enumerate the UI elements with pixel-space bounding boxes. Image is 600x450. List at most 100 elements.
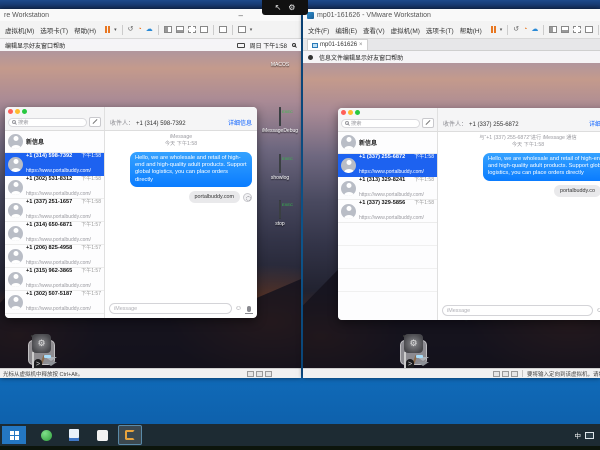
- macos-menu-item[interactable]: 帮助: [53, 44, 65, 50]
- hdd-device-icon[interactable]: [247, 371, 254, 377]
- conversation-row[interactable]: +1 (315) 962-3865下午1:57 https://www.port…: [5, 268, 104, 291]
- chat-transcript[interactable]: iMessage 今天 下午1:58 Hello, we are wholesa…: [105, 131, 257, 300]
- zoom-window-button[interactable]: [355, 110, 360, 115]
- unity-mode-icon[interactable]: [585, 26, 593, 33]
- conversation-row[interactable]: +1 (337) 251-1657下午1:58 https://www.port…: [5, 199, 104, 222]
- menu-item[interactable]: 虚拟机(M): [2, 28, 37, 35]
- conversation-row[interactable]: +1 (313) 329-8241下午1:58 https://www.port…: [338, 177, 437, 200]
- desktop-icon[interactable]: MACOS: [260, 60, 300, 68]
- right-vm-display[interactable]: 信息文件编辑显示好友窗口帮助 搜索: [303, 51, 600, 368]
- show-desktop-monitor-icon[interactable]: [585, 432, 594, 439]
- vm-tab-close-icon[interactable]: ×: [359, 42, 363, 48]
- compose-button[interactable]: [89, 117, 101, 127]
- menu-item[interactable]: 帮助(H): [457, 28, 485, 35]
- compose-button[interactable]: [422, 118, 434, 128]
- conversation-search-input[interactable]: 搜索: [341, 119, 420, 128]
- desktop-icon[interactable]: EXEC iMessageDebug: [260, 108, 300, 134]
- apple-menu-icon[interactable]: [308, 55, 313, 60]
- dock-icon[interactable]: >: [406, 359, 414, 368]
- conversation-row[interactable]: +1 (337) 255-6872下午1:58 https://www.port…: [338, 154, 437, 177]
- conversation-row[interactable]: +1 (302) 531-8312下午1:58 https://www.port…: [5, 176, 104, 199]
- network-device-icon[interactable]: [265, 371, 272, 377]
- snapshot-icon[interactable]: ↺: [513, 26, 519, 33]
- revert-snapshot-icon[interactable]: ◔: [523, 26, 527, 33]
- revert-snapshot-icon[interactable]: ◔: [137, 26, 141, 33]
- language-indicator[interactable]: 中: [575, 430, 582, 440]
- macos-menu-item[interactable]: 显示: [355, 56, 367, 62]
- show-thumbnail-bar-icon[interactable]: [561, 26, 569, 33]
- sent-message-bubble[interactable]: Hello, we are wholesale and retail of hi…: [130, 152, 252, 188]
- desktop-icon-tile[interactable]: EXEC: [279, 200, 281, 219]
- fullscreen-icon[interactable]: [188, 26, 196, 33]
- pause-dropdown-icon[interactable]: ▾: [500, 27, 503, 33]
- vm-tab[interactable]: mp01-161626 ×: [307, 39, 368, 50]
- link-preview-bubble[interactable]: portalbuddy.co: [554, 185, 600, 197]
- minimize-window-button[interactable]: [348, 110, 353, 115]
- to-number[interactable]: +1 (314) 598-7392: [136, 121, 186, 127]
- conversation-row[interactable]: +1 (314) 598-7392下午1:58 https://www.port…: [5, 153, 104, 176]
- macos-menu-item[interactable]: 窗口: [379, 56, 391, 62]
- close-window-button[interactable]: [8, 109, 13, 114]
- zoom-window-button[interactable]: [22, 109, 27, 114]
- taskbar-app-button[interactable]: [63, 426, 85, 444]
- free-stretch-icon[interactable]: [238, 26, 246, 33]
- link-preview-bubble[interactable]: portalbuddy.com: [189, 191, 240, 203]
- dock-icon[interactable]: ⚙: [404, 334, 423, 353]
- message-input[interactable]: [442, 305, 593, 316]
- show-library-icon[interactable]: [164, 26, 172, 33]
- minimize-button[interactable]: –: [236, 11, 246, 20]
- conversation-row[interactable]: +1 (206) 825-4958下午1:57 https://www.port…: [5, 245, 104, 268]
- network-device-icon[interactable]: [511, 371, 518, 377]
- dock-icon[interactable]: ⚙: [32, 334, 51, 353]
- cdrom-device-icon[interactable]: [256, 371, 263, 377]
- emoji-picker-icon[interactable]: ☺: [596, 307, 600, 314]
- message-input[interactable]: [109, 303, 232, 314]
- to-number[interactable]: +1 (337) 255-6872: [469, 122, 519, 128]
- menu-item[interactable]: 编辑(E): [332, 28, 360, 35]
- macos-menu-item[interactable]: 好友: [29, 44, 41, 50]
- left-titlebar[interactable]: re Workstation –: [0, 9, 301, 21]
- sent-message-bubble[interactable]: Hello, we are wholesale and retail of hi…: [483, 153, 600, 181]
- desktop-icon[interactable]: EXEC showlog: [260, 155, 300, 181]
- menu-item[interactable]: 虚拟机(M): [388, 28, 423, 35]
- right-titlebar[interactable]: mp01-161626 - VMware Workstation: [303, 9, 600, 21]
- pause-dropdown-icon[interactable]: ▾: [114, 27, 117, 33]
- spotlight-search-icon[interactable]: [292, 43, 296, 47]
- desktop-icon[interactable]: EXEC stop: [260, 201, 300, 227]
- macos-menu-item[interactable]: 帮助: [391, 56, 403, 62]
- remote-control-overlay[interactable]: ↖ ⚙: [262, 0, 308, 15]
- macos-menu-item[interactable]: 编辑: [343, 56, 355, 62]
- stretch-dropdown-icon[interactable]: ▾: [250, 27, 253, 33]
- left-vm-display[interactable]: 编辑显示好友窗口帮助 周日 下午1:58 MACOS EXEC iMessage…: [0, 39, 301, 368]
- chat-transcript[interactable]: 与“+1 (337) 255-6872”进行 iMessage 通信 今天 下午…: [438, 132, 600, 302]
- cloud-icon[interactable]: ☁: [531, 26, 538, 33]
- cdrom-device-icon[interactable]: [502, 371, 509, 377]
- macos-menu-item[interactable]: 信息: [319, 56, 331, 62]
- unity-mode-icon[interactable]: [200, 26, 208, 33]
- display-status-icon[interactable]: [237, 43, 245, 48]
- macos-menu-item[interactable]: 窗口: [41, 44, 53, 50]
- microphone-icon[interactable]: [247, 306, 251, 312]
- menu-item[interactable]: 文件(F): [305, 28, 332, 35]
- desktop-icon-tile[interactable]: EXEC: [279, 154, 281, 173]
- details-link[interactable]: 详细信息: [589, 119, 600, 128]
- minimize-window-button[interactable]: [15, 109, 20, 114]
- conversation-search-input[interactable]: 搜索: [8, 118, 87, 127]
- cloud-icon[interactable]: ☁: [146, 26, 153, 33]
- pause-vm-button[interactable]: [491, 26, 496, 33]
- menu-item[interactable]: 选项卡(T): [37, 28, 71, 35]
- show-library-icon[interactable]: [549, 26, 557, 33]
- hdd-device-icon[interactable]: [493, 371, 500, 377]
- macos-menu-item[interactable]: 文件: [331, 56, 343, 62]
- emoji-picker-icon[interactable]: ☺: [235, 305, 242, 312]
- new-message-row[interactable]: 新信息: [5, 131, 104, 153]
- snapshot-icon[interactable]: ↺: [128, 26, 134, 33]
- cursor-icon[interactable]: ↖: [275, 3, 282, 12]
- dock-icon[interactable]: >: [34, 359, 42, 368]
- pause-vm-button[interactable]: [105, 26, 110, 33]
- console-view-icon[interactable]: [219, 26, 227, 33]
- new-message-row[interactable]: 新信息: [338, 132, 437, 154]
- gear-icon[interactable]: ⚙: [288, 3, 295, 12]
- conversation-row[interactable]: +1 (337) 329-5856下午1:58 https://www.port…: [338, 200, 437, 223]
- fullscreen-icon[interactable]: [573, 26, 581, 33]
